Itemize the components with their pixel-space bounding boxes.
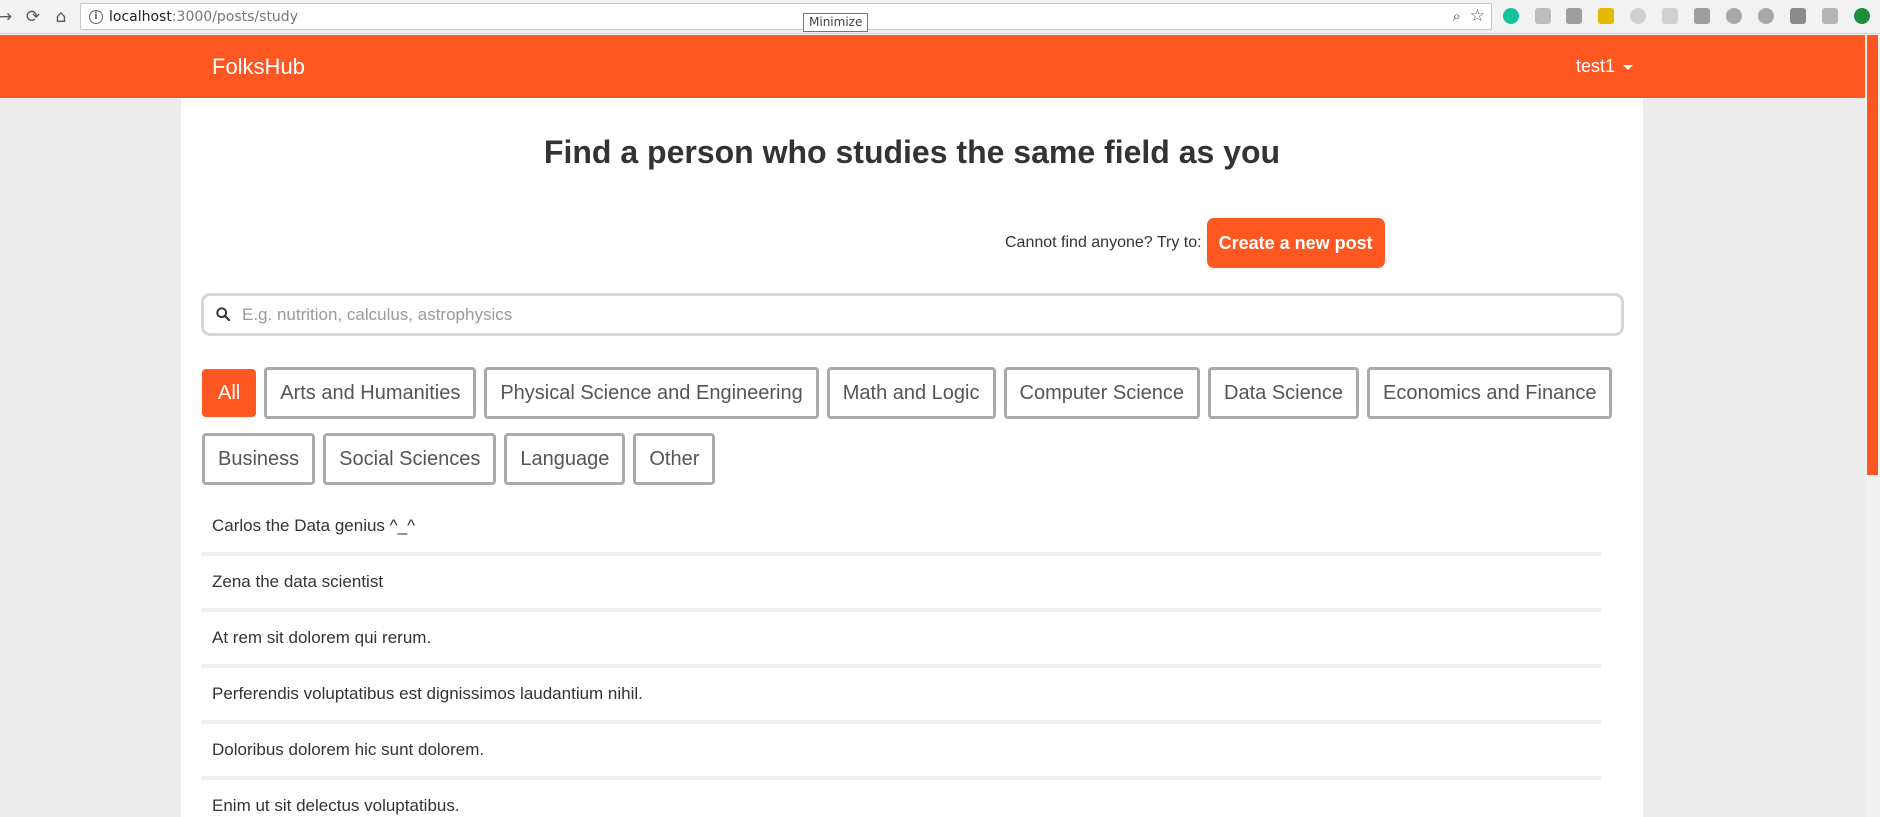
user-menu[interactable]: test1 (1576, 56, 1634, 77)
update-icon[interactable] (1854, 8, 1870, 24)
user-name: test1 (1576, 56, 1616, 76)
home-icon[interactable]: ⌂ (50, 6, 72, 28)
main-panel: Find a person who studies the same field… (181, 98, 1643, 817)
browser-toolbar: → ⟳ ⌂ i localhost:3000/posts/study ⌕ ☆ M… (0, 0, 1880, 34)
extension-icon[interactable] (1630, 8, 1646, 24)
star-icon[interactable]: ☆ (1470, 6, 1485, 26)
brand-logo[interactable]: FolksHub (212, 54, 305, 80)
scrollbar-thumb[interactable] (1867, 35, 1878, 475)
caret-down-icon (1623, 64, 1634, 70)
cta-text: Cannot find anyone? Try to: (1005, 234, 1202, 251)
filter-chip-language[interactable]: Language (504, 433, 626, 485)
url-text[interactable]: localhost:3000/posts/study (109, 9, 298, 25)
post-item[interactable]: Perferendis voluptatibus est dignissimos… (201, 668, 1601, 724)
filter-row: All Arts and Humanities Physical Science a… (202, 367, 1620, 419)
url-host: localhost (109, 9, 172, 25)
reload-icon[interactable]: ⟳ (22, 6, 44, 28)
extension-icon[interactable] (1694, 8, 1710, 24)
post-item[interactable]: Enim ut sit delectus voluptatibus. (201, 780, 1601, 817)
filter-chip-math-and-logic[interactable]: Math and Logic (826, 367, 996, 419)
search-input[interactable] (242, 303, 1602, 327)
post-item[interactable]: Carlos the Data genius ^_^ (201, 500, 1601, 556)
extension-icon[interactable] (1566, 8, 1582, 24)
filter-chip-computer-science[interactable]: Computer Science (1003, 367, 1201, 419)
extension-icon[interactable] (1822, 8, 1838, 24)
cta-line: Cannot find anyone? Try to: Create a new… (1005, 218, 1385, 268)
info-icon[interactable]: i (89, 10, 103, 24)
url-path: :3000/posts/study (171, 9, 298, 25)
extension-icon[interactable] (1662, 8, 1678, 24)
grammarly-extension-icon[interactable] (1503, 8, 1519, 24)
filter-chip-social-sciences[interactable]: Social Sciences (323, 433, 497, 485)
post-item[interactable]: Zena the data scientist (201, 556, 1601, 612)
zoom-icon[interactable]: ⌕ (1453, 7, 1461, 25)
extension-icon[interactable] (1535, 8, 1551, 24)
filter-row: Business Social Sciences Language Other (202, 433, 723, 485)
filter-chip-arts-and-humanities[interactable]: Arts and Humanities (264, 367, 477, 419)
page-scrollbar[interactable] (1865, 35, 1880, 817)
page-title: Find a person who studies the same field… (543, 134, 1281, 170)
back-icon[interactable]: → (0, 6, 16, 28)
puzzle-icon[interactable] (1790, 8, 1806, 24)
app-header: FolksHub test1 (0, 35, 1865, 98)
extension-icon[interactable] (1758, 8, 1774, 24)
filter-chip-other[interactable]: Other (633, 433, 716, 485)
filter-chip-business[interactable]: Business (202, 433, 316, 485)
post-item[interactable]: Doloribus dolorem hic sunt dolorem. (201, 724, 1601, 780)
search-box[interactable] (201, 293, 1624, 336)
filter-chip-physical-science-and-engineering[interactable]: Physical Science and Engineering (484, 367, 819, 419)
search-icon (216, 307, 230, 321)
post-item[interactable]: At rem sit dolorem qui rerum. (201, 612, 1601, 668)
filter-chip-all[interactable]: All (202, 369, 257, 417)
extension-icon[interactable] (1598, 8, 1614, 24)
extension-icon[interactable] (1726, 8, 1742, 24)
address-bar[interactable]: i localhost:3000/posts/study ⌕ ☆ (80, 3, 1492, 30)
create-post-button[interactable]: Create a new post (1206, 218, 1385, 268)
filter-chip-economics-and-finance[interactable]: Economics and Finance (1367, 367, 1613, 419)
post-list: Carlos the Data genius ^_^ Zena the data … (201, 500, 1601, 817)
minimize-tooltip: Minimize (803, 13, 869, 32)
filter-chip-data-science[interactable]: Data Science (1208, 367, 1359, 419)
